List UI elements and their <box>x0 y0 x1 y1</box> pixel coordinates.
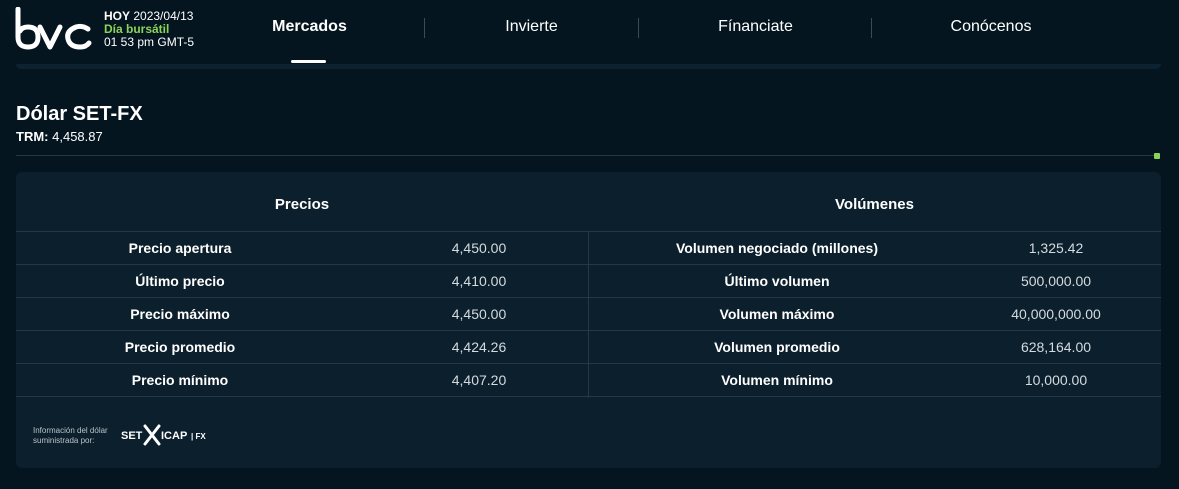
page-title: Dólar SET-FX <box>16 103 143 125</box>
nav-mercados[interactable]: Mercados <box>252 18 367 40</box>
prices-header: Precios <box>274 196 330 213</box>
provider-note-line1: Información del dólar <box>33 426 108 435</box>
svg-text:| FX: | FX <box>191 432 206 441</box>
price-label: Precio máximo <box>130 306 230 322</box>
volume-value: 10,000.00 <box>1024 372 1088 388</box>
price-value: 4,450.00 <box>451 306 507 322</box>
volume-value: 628,164.00 <box>1020 339 1092 355</box>
price-label: Último precio <box>135 273 225 289</box>
price-label: Precio promedio <box>124 339 236 355</box>
price-label: Precio mínimo <box>131 372 229 388</box>
main-nav: Mercados Invierte Fínanciate Conócenos <box>216 0 1179 64</box>
trm-line: TRM: 4,458.87 <box>16 129 103 144</box>
provider-note-line2: suministrada por: <box>33 436 95 445</box>
today-label: HOY <box>104 9 131 23</box>
price-value: 4,450.00 <box>451 240 507 256</box>
volume-value: 40,000,000.00 <box>1011 306 1101 322</box>
volume-label: Volumen negociado (millones) <box>676 240 878 256</box>
set-icap-fx-logo: SET ICAP | FX <box>121 424 206 446</box>
price-value: 4,410.00 <box>451 273 507 289</box>
active-tab-indicator <box>291 60 326 63</box>
status-dot <box>1154 153 1160 159</box>
header-bottom-bar <box>16 64 1161 69</box>
nav-invierte[interactable]: Invierte <box>474 18 589 40</box>
provider-note: Información del dólar suministrada por: <box>33 426 123 446</box>
svg-text:SET: SET <box>121 430 143 442</box>
market-date-block: HOY 2023/04/13 Día bursátil 01 53 pm GMT… <box>104 10 194 49</box>
nav-separator <box>424 18 425 38</box>
nav-conocenos[interactable]: Conócenos <box>921 18 1061 40</box>
bvc-logo[interactable] <box>14 7 92 51</box>
current-time: 01 53 pm GMT-5 <box>104 35 195 49</box>
fx-table: Precio apertura 4,450.00 Volumen negocia… <box>16 231 1161 398</box>
fx-summary-card: Precios Volúmenes Precio apertura 4,450.… <box>16 172 1161 468</box>
svg-text:ICAP: ICAP <box>161 430 187 442</box>
trm-value: 4,458.87 <box>52 129 103 144</box>
divider <box>16 155 1156 156</box>
volumes-header: Volúmenes <box>835 196 914 213</box>
header: HOY 2023/04/13 Día bursátil 01 53 pm GMT… <box>0 0 1179 64</box>
volume-label: Volumen máximo <box>719 306 835 322</box>
current-date: 2023/04/13 <box>133 9 194 23</box>
volume-label: Volumen promedio <box>714 339 840 355</box>
price-label: Precio apertura <box>128 240 232 256</box>
volume-value: 500,000.00 <box>1020 273 1092 289</box>
price-value: 4,407.20 <box>451 372 507 388</box>
nav-financiate[interactable]: Fínanciate <box>688 18 823 40</box>
trm-label: TRM: <box>16 129 49 144</box>
volume-label: Último volumen <box>724 273 830 289</box>
set-icap-logo: SET ICAP | FX <box>121 422 213 448</box>
volume-value: 1,325.42 <box>1028 240 1084 256</box>
volume-label: Volumen mínimo <box>721 372 833 388</box>
nav-separator <box>871 18 872 38</box>
column-separator <box>588 232 589 398</box>
nav-separator <box>638 18 639 38</box>
price-value: 4,424.26 <box>451 339 507 355</box>
